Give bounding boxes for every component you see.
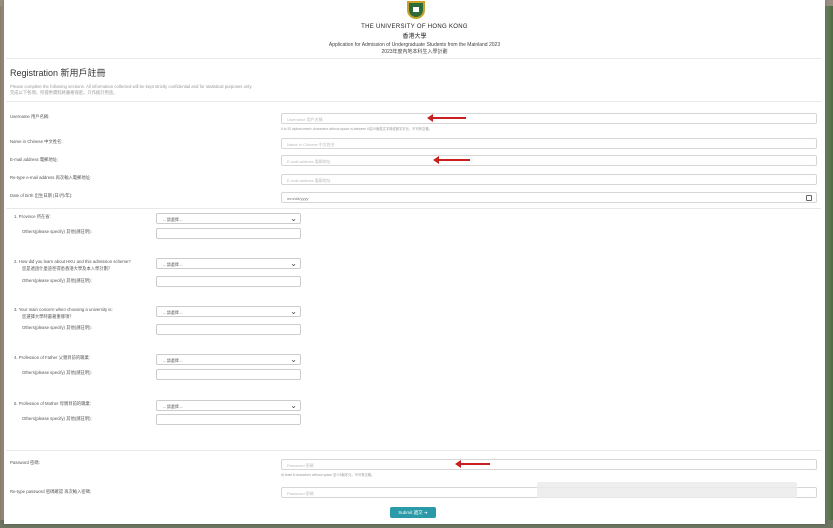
q4-select[interactable]: -- 請選擇 -- ⌄	[156, 354, 301, 365]
q1-others-input[interactable]	[156, 228, 301, 239]
q3-label-zh: 您選擇大學時最著重哪項？	[22, 314, 74, 319]
email-retype-input[interactable]: E-mail address 電郵地址	[281, 174, 817, 185]
q1-label: 1. Province 所在省:	[14, 214, 51, 219]
submit-label: Submit 遞交	[398, 510, 423, 515]
watermark-overlay	[537, 482, 797, 498]
q2-select[interactable]: -- 請選擇 -- ⌄	[156, 258, 301, 269]
chevron-down-icon: ⌄	[290, 307, 297, 316]
university-crest-logo	[407, 1, 425, 19]
registration-page: THE UNIVERSITY OF HONG KONG 香港大學 Applica…	[4, 0, 825, 524]
email-placeholder: E-mail address 電郵地址	[287, 159, 331, 164]
dob-placeholder: mm/dd/yyyy	[287, 196, 309, 201]
email-label: E-mail address 電郵地址:	[10, 157, 59, 162]
q3-select[interactable]: -- 請選擇 -- ⌄	[156, 306, 301, 317]
name-chinese-label: Name in Chinese 中文姓名:	[10, 139, 63, 144]
q4-label: 4. Profession of Father 父親目前的職業:	[14, 355, 90, 360]
q4-others-input[interactable]	[156, 369, 301, 380]
select-value: -- 請選擇 --	[163, 404, 183, 409]
name-chinese-input[interactable]: Name in Chinese 中文姓名	[281, 138, 817, 149]
q5-label: 5. Profession of Mother 母親目前的職業:	[14, 401, 91, 406]
chevron-down-icon: ⌄	[290, 355, 297, 364]
select-value: -- 請選擇 --	[163, 262, 183, 267]
calendar-icon[interactable]	[806, 195, 812, 201]
divider	[6, 450, 821, 451]
arrow-right-icon: ➔	[423, 510, 428, 515]
username-hint: 6 to 20 alphanumeric characters without …	[281, 127, 432, 131]
university-name: THE UNIVERSITY OF HONG KONG	[361, 24, 468, 30]
q5-others-label: Others(please specify) 其他(請註明):	[22, 416, 92, 421]
email-retype-label: Re-type e-mail address 再次輸入電郵地址:	[10, 175, 92, 180]
page-title: Registration 新用戶註冊	[10, 68, 106, 78]
chevron-down-icon: ⌄	[290, 259, 297, 268]
chevron-down-icon: ⌄	[290, 401, 297, 410]
q5-select[interactable]: -- 請選擇 -- ⌄	[156, 400, 301, 411]
q3-others-input[interactable]	[156, 324, 301, 335]
q5-others-input[interactable]	[156, 414, 301, 425]
password-retype-placeholder: Password 密碼	[287, 491, 314, 496]
q2-label: 2. How did you learn about HKU and this …	[14, 259, 131, 264]
q4-others-label: Others(please specify) 其他(請註明):	[22, 370, 92, 375]
password-input[interactable]: Password 密碼	[281, 459, 817, 470]
username-label: Username 用戶名稱:	[10, 114, 50, 119]
select-value: -- 請選擇 --	[163, 217, 183, 222]
q3-others-label: Others(please specify) 其他(請註明):	[22, 325, 92, 330]
intro-text: Please complete the following sections. …	[10, 84, 253, 89]
annotation-arrow	[433, 156, 470, 164]
chevron-down-icon: ⌄	[290, 214, 297, 223]
email-retype-placeholder: E-mail address 電郵地址	[287, 178, 331, 183]
password-hint: At least 8 characters without space 至少8個…	[281, 473, 375, 477]
select-value: -- 請選擇 --	[163, 310, 183, 315]
dob-input[interactable]: mm/dd/yyyy	[281, 192, 817, 203]
q3-label: 3. Your main concern when choosing a uni…	[14, 307, 113, 312]
select-value: -- 請選擇 --	[163, 358, 183, 363]
q1-others-label: Others(please specify) 其他(請註明):	[22, 229, 92, 234]
intro-text-zh: 完成以下各項，所提供資料將嚴格保密，只作統計用途。	[10, 90, 118, 95]
password-placeholder: Password 密碼	[287, 463, 314, 468]
name-chinese-placeholder: Name in Chinese 中文姓名	[287, 142, 335, 147]
password-retype-label: Re-type password 密碼確認 再次輸入密碼:	[10, 489, 92, 494]
annotation-arrow	[455, 460, 490, 468]
q2-others-label: Others(please specify) 其他(請註明):	[22, 278, 92, 283]
submit-button[interactable]: Submit 遞交 ➔	[390, 507, 436, 518]
application-title-zh: 2023年度內地本科生入學計劃	[381, 49, 448, 55]
q2-label-zh: 您是透過什麼途徑得悉香港大學及本入學計劃？	[22, 266, 113, 271]
divider	[6, 101, 821, 102]
email-input[interactable]: E-mail address 電郵地址	[281, 155, 817, 166]
divider	[6, 58, 821, 59]
q1-select[interactable]: -- 請選擇 -- ⌄	[156, 213, 301, 224]
password-label: Password 密碼:	[10, 460, 40, 465]
username-placeholder: Username 用戶名稱	[287, 117, 323, 122]
divider	[6, 208, 821, 209]
university-name-zh: 香港大學	[402, 34, 427, 40]
annotation-arrow	[427, 114, 466, 122]
dob-label: Date of birth 出生日期 (日/月/年):	[10, 193, 73, 198]
username-input[interactable]: Username 用戶名稱	[281, 113, 817, 124]
q2-others-input[interactable]	[156, 276, 301, 287]
